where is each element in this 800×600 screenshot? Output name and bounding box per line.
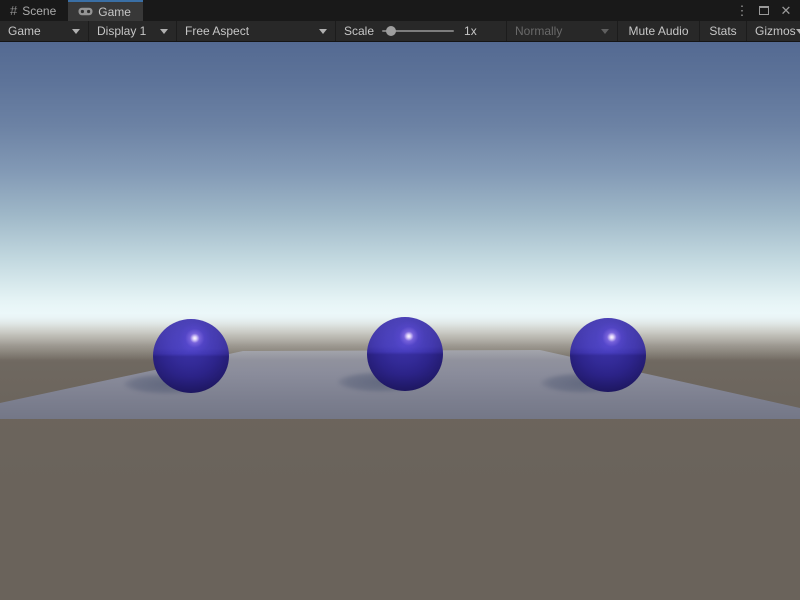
scale-value: 1x xyxy=(464,24,477,38)
scale-slider[interactable] xyxy=(382,24,454,38)
game-popup-label: Game xyxy=(8,24,41,38)
toolbar-right-cluster: Normally Mute Audio Stats Gizmos xyxy=(506,21,800,41)
tab-scene-label: Scene xyxy=(22,4,56,18)
window-menu-icon[interactable]: ⋮ xyxy=(734,3,750,19)
stats-button[interactable]: Stats xyxy=(700,21,747,41)
game-render-viewport[interactable] xyxy=(0,42,800,600)
gizmos-label: Gizmos xyxy=(755,24,796,38)
mute-audio-button[interactable]: Mute Audio xyxy=(618,21,700,41)
stats-label: Stats xyxy=(709,24,736,38)
tab-bar: # Scene Game ⋮ ✕ xyxy=(0,0,800,21)
chevron-down-icon xyxy=(601,29,609,34)
blue-sphere-3 xyxy=(570,318,646,392)
chevron-down-icon xyxy=(72,29,80,34)
display-label: Display 1 xyxy=(97,24,146,38)
gizmos-dropdown[interactable]: Gizmos xyxy=(747,21,800,41)
blue-sphere-1 xyxy=(153,319,229,393)
mute-audio-label: Mute Audio xyxy=(628,24,688,38)
chevron-down-icon xyxy=(160,29,168,34)
game-popup-dropdown[interactable]: Game xyxy=(0,21,89,41)
scale-slider-knob[interactable] xyxy=(386,26,396,36)
skybox-gradient xyxy=(0,42,800,322)
maximize-box-glyph xyxy=(759,6,769,15)
maximize-icon[interactable] xyxy=(756,3,772,19)
tab-game[interactable]: Game xyxy=(68,0,143,21)
tab-scene[interactable]: # Scene xyxy=(0,0,68,21)
scale-control: Scale 1x xyxy=(336,21,486,41)
scale-label: Scale xyxy=(344,24,374,38)
play-mode-label: Normally xyxy=(515,24,562,38)
window-controls: ⋮ ✕ xyxy=(734,0,800,21)
grid-icon: # xyxy=(10,4,17,17)
game-view-toolbar: Game Display 1 Free Aspect Scale 1x Norm… xyxy=(0,21,800,42)
unity-game-window: # Scene Game ⋮ ✕ Game Display 1 xyxy=(0,0,800,600)
chevron-down-icon xyxy=(319,29,327,34)
blue-sphere-2 xyxy=(367,317,443,391)
play-mode-dropdown: Normally xyxy=(506,21,618,41)
close-icon[interactable]: ✕ xyxy=(778,3,794,19)
gamepad-icon xyxy=(78,7,93,16)
display-dropdown[interactable]: Display 1 xyxy=(89,21,177,41)
chevron-down-icon xyxy=(796,29,800,34)
tab-game-label: Game xyxy=(98,5,131,19)
aspect-label: Free Aspect xyxy=(185,24,249,38)
aspect-ratio-dropdown[interactable]: Free Aspect xyxy=(177,21,336,41)
